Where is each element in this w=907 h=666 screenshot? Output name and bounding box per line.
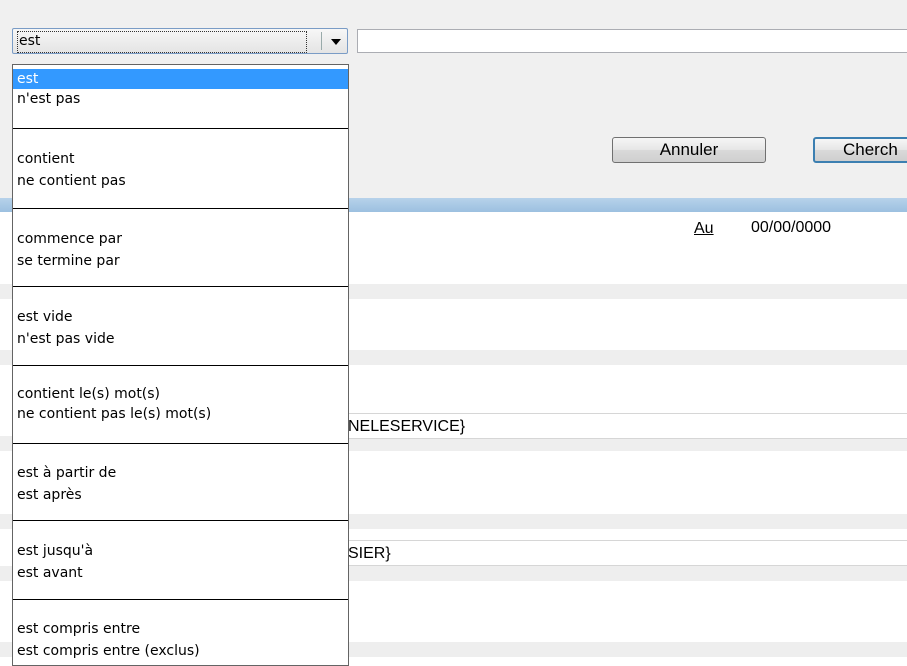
option-est-a-partir-de[interactable]: est à partir de bbox=[13, 463, 348, 483]
list-separator bbox=[13, 365, 348, 366]
service-field[interactable]: NELESERVICE} bbox=[340, 413, 907, 439]
option-est-avant[interactable]: est avant bbox=[13, 563, 348, 583]
search-button[interactable]: Cherch bbox=[813, 137, 907, 163]
option-est-vide[interactable]: est vide bbox=[13, 307, 348, 327]
option-est-compris-entre-exclus[interactable]: est compris entre (exclus) bbox=[13, 641, 348, 661]
list-separator bbox=[13, 599, 348, 600]
option-est-compris-entre[interactable]: est compris entre bbox=[13, 619, 348, 639]
option-est[interactable]: est bbox=[13, 69, 348, 89]
option-est-jusqua[interactable]: est jusqu'à bbox=[13, 541, 348, 561]
option-nest-pas[interactable]: n'est pas bbox=[13, 89, 348, 109]
option-ne-contient-pas-mots[interactable]: ne contient pas le(s) mot(s) bbox=[13, 404, 348, 424]
combobox-separator bbox=[321, 32, 322, 50]
chevron-down-icon[interactable] bbox=[331, 39, 341, 45]
operator-combobox-value: est bbox=[17, 31, 307, 53]
option-contient-mots[interactable]: contient le(s) mot(s) bbox=[13, 384, 348, 404]
option-est-apres[interactable]: est après bbox=[13, 485, 348, 505]
list-separator bbox=[13, 443, 348, 444]
cancel-button[interactable]: Annuler bbox=[612, 137, 766, 163]
option-ne-contient-pas[interactable]: ne contient pas bbox=[13, 171, 348, 191]
option-contient[interactable]: contient bbox=[13, 149, 348, 169]
date-to-field[interactable]: 00/00/0000 bbox=[751, 219, 831, 237]
list-separator bbox=[13, 520, 348, 521]
operator-combobox[interactable]: est bbox=[12, 28, 348, 54]
date-to-label[interactable]: Au bbox=[694, 220, 714, 238]
search-value-input[interactable] bbox=[357, 29, 907, 53]
operator-dropdown-list[interactable]: est n'est pas contient ne contient pas c… bbox=[12, 64, 349, 666]
list-separator bbox=[13, 286, 348, 287]
dossier-field[interactable]: SIER} bbox=[340, 540, 907, 566]
list-separator bbox=[13, 128, 348, 129]
option-se-termine-par[interactable]: se termine par bbox=[13, 251, 348, 271]
option-commence-par[interactable]: commence par bbox=[13, 229, 348, 249]
list-separator bbox=[13, 208, 348, 209]
option-nest-pas-vide[interactable]: n'est pas vide bbox=[13, 329, 348, 349]
